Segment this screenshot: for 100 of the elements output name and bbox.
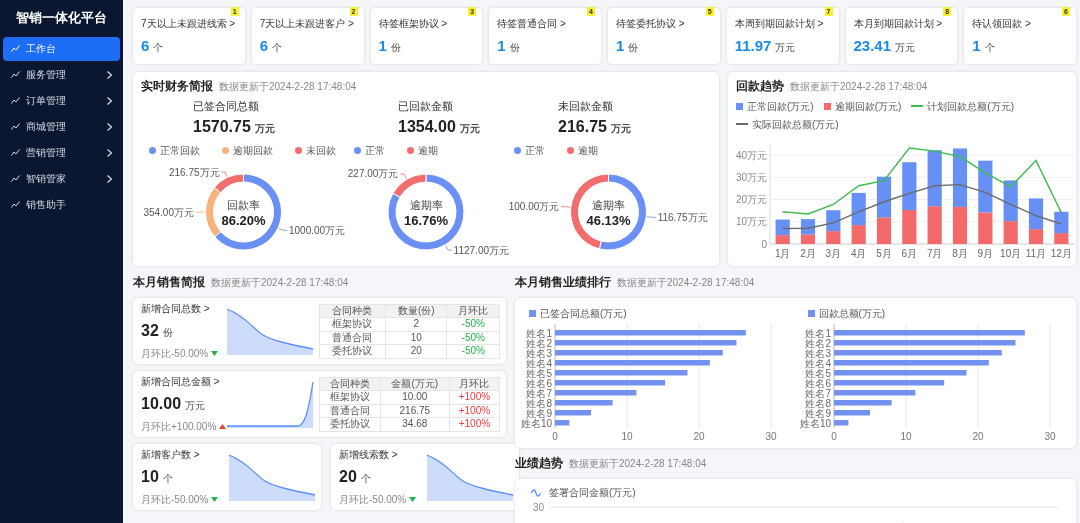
table-cell: 2 bbox=[385, 317, 447, 331]
axis-label: 姓名4 bbox=[804, 357, 831, 369]
table-cell: 10.00 bbox=[380, 390, 450, 404]
stat-value: 32 bbox=[141, 322, 159, 339]
center-value: 16.76% bbox=[403, 212, 449, 228]
unit-label: 份 bbox=[628, 42, 639, 53]
table-cell: +100% bbox=[449, 417, 500, 431]
unit-label: 万元 bbox=[895, 42, 916, 53]
change-text: 月环比-50.00% bbox=[141, 347, 209, 361]
sidebar-item[interactable]: 服务管理 bbox=[3, 62, 120, 87]
stat-value: 20 bbox=[339, 468, 357, 485]
axis-label: 姓名8 bbox=[526, 397, 552, 409]
change-text: 月环比+100.00% bbox=[141, 420, 217, 434]
unit-label: 万元 bbox=[610, 122, 631, 134]
trend-icon bbox=[11, 201, 20, 209]
change-text: 月环比-50.00% bbox=[339, 493, 407, 507]
sidebar-item[interactable]: 智销管家 bbox=[3, 166, 120, 191]
bar bbox=[902, 161, 917, 210]
metric-value: 216.75 bbox=[558, 117, 607, 135]
card-link[interactable]: 待认领回款 > bbox=[972, 16, 1031, 31]
axis-label: 姓名4 bbox=[526, 357, 552, 369]
card-link[interactable]: 本周到期回款计划 > bbox=[734, 16, 824, 31]
axis-label: 姓名8 bbox=[804, 397, 831, 409]
card-link[interactable]: 待签框架协议 > bbox=[378, 16, 448, 31]
column-header: 金额(万元) bbox=[380, 377, 450, 391]
metric-label: 未回款金额 bbox=[558, 98, 613, 114]
sidebar-item[interactable]: 工作台 bbox=[3, 36, 120, 61]
metric-value: 1354.00 bbox=[398, 117, 456, 135]
sidebar-item[interactable]: 订单管理 bbox=[3, 88, 120, 113]
axis-label: 5月 bbox=[876, 247, 892, 259]
axis-label: 姓名7 bbox=[804, 387, 831, 399]
axis-label: 1月 bbox=[774, 247, 791, 259]
center-value: 46.13% bbox=[586, 212, 631, 228]
wave-icon bbox=[531, 489, 541, 496]
legend-item: 正常回款(万元) bbox=[736, 98, 814, 114]
axis-label: 30 bbox=[765, 431, 777, 442]
update-time: 数据更新于2024-2-28 17:48:04 bbox=[569, 457, 707, 471]
axis-label: 姓名1 bbox=[804, 327, 831, 339]
table-cell: -50% bbox=[446, 331, 500, 345]
card-link[interactable]: 新增线索数 > bbox=[339, 447, 419, 462]
legend-item: 逾期回款(万元) bbox=[823, 98, 902, 114]
table-cell: 20 bbox=[385, 344, 447, 358]
section-title: 业绩趋势 bbox=[515, 455, 563, 471]
chevron-icon bbox=[107, 148, 112, 157]
card-link[interactable]: 本月到期回款计划 > bbox=[853, 16, 943, 31]
unit-label: 万元 bbox=[459, 122, 480, 134]
axis-label: 3月 bbox=[825, 247, 842, 259]
stat-value: 6 bbox=[259, 37, 269, 54]
chevron-icon bbox=[107, 122, 112, 131]
card-link[interactable]: 7天以上未跟进线索 > bbox=[141, 16, 236, 31]
axis-label: 姓名9 bbox=[526, 407, 552, 419]
sidebar-item[interactable]: 销售助手 bbox=[3, 192, 120, 217]
update-time: 数据更新于2024-2-28 17:48:04 bbox=[617, 275, 755, 290]
table-cell: +100% bbox=[449, 390, 500, 404]
column-header: 合同种类 bbox=[319, 304, 386, 318]
leader-line bbox=[220, 171, 228, 177]
sidebar-item[interactable]: 商城管理 bbox=[3, 114, 120, 139]
data-label: 1127.00万元 bbox=[453, 244, 509, 256]
sidebar-item[interactable]: 营销管理 bbox=[3, 140, 120, 165]
data-label: 100.00万元 bbox=[508, 200, 560, 212]
axis-label: 姓名10 bbox=[799, 417, 831, 429]
axis-label: 4月 bbox=[850, 247, 867, 259]
center-label: 回款率 bbox=[227, 198, 260, 211]
card-link[interactable]: 7天以上未跟进客户 > bbox=[259, 16, 354, 31]
axis-label: 0 bbox=[761, 238, 767, 250]
legend-item: 实际回款总额(万元) bbox=[736, 116, 839, 132]
trend-icon bbox=[11, 97, 20, 105]
axis-label: 8月 bbox=[952, 247, 968, 259]
bar bbox=[833, 420, 848, 426]
table-cell: 委托协议 bbox=[319, 417, 381, 431]
update-time: 数据更新于2024-2-28 17:48:04 bbox=[219, 79, 357, 94]
section-title: 回款趋势 bbox=[736, 78, 784, 94]
section-title: 本月销售业绩排行 bbox=[515, 274, 611, 290]
unit-label: 份 bbox=[162, 327, 173, 338]
leader-line bbox=[445, 244, 453, 250]
section-title: 实时财务简报 bbox=[141, 78, 213, 94]
legend-item: 签署合同金额(万元) bbox=[549, 486, 636, 501]
axis-label: 6月 bbox=[901, 247, 918, 259]
unit-label: 万元 bbox=[254, 122, 275, 134]
center-label: 逾期率 bbox=[592, 198, 625, 211]
axis-label: 姓名3 bbox=[526, 347, 552, 359]
data-label: 1000.00万元 bbox=[289, 224, 346, 236]
axis-label: 姓名5 bbox=[526, 367, 552, 379]
unit-label: 个 bbox=[272, 42, 283, 53]
axis-label: 姓名6 bbox=[804, 377, 831, 389]
axis-label: 30 bbox=[1043, 431, 1056, 442]
bar bbox=[555, 420, 570, 426]
card-link[interactable]: 新增合同总金额 > bbox=[141, 374, 221, 389]
card-link[interactable]: 待签普通合同 > bbox=[497, 16, 566, 31]
table-cell: 216.75 bbox=[380, 404, 450, 418]
table-cell: +100% bbox=[449, 404, 500, 418]
card-link[interactable]: 新增客户数 > bbox=[141, 447, 221, 462]
axis-label: 姓名2 bbox=[804, 337, 831, 349]
legend-item: 回款总额(万元) bbox=[807, 306, 886, 321]
axis-label: 2月 bbox=[800, 247, 816, 259]
stat-value: 10.00 bbox=[141, 395, 182, 412]
card-link[interactable]: 新增合同总数 > bbox=[141, 301, 221, 316]
center-value: 86.20% bbox=[221, 212, 266, 228]
card-link[interactable]: 待签委托协议 > bbox=[616, 16, 685, 31]
axis-label: 0 bbox=[552, 431, 558, 442]
